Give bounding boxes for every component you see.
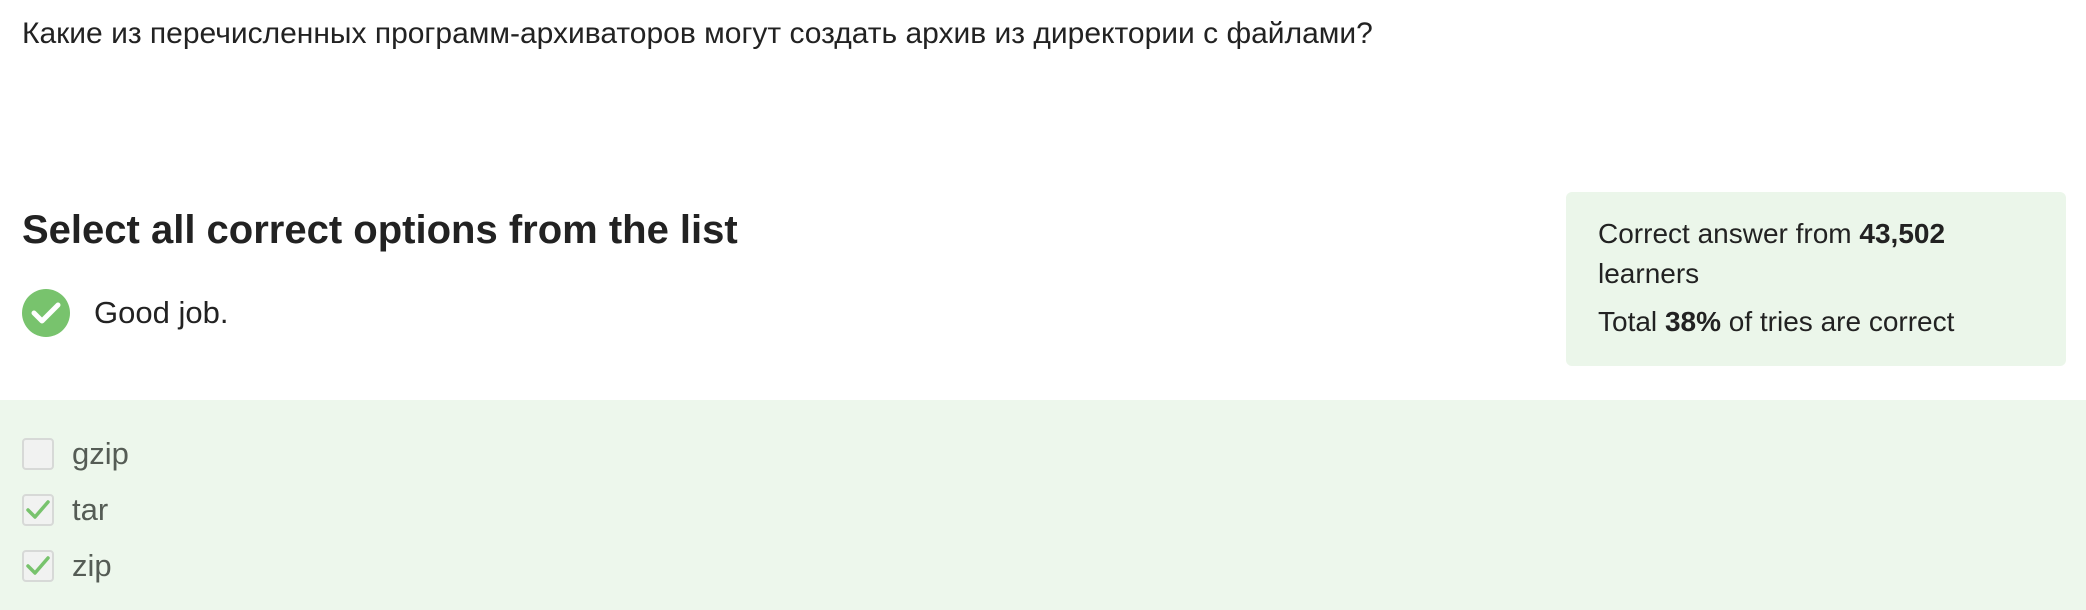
quiz-page: Какие из перечисленных программ-архивато… — [0, 0, 2086, 610]
feedback-text: Good job. — [94, 295, 229, 330]
learners-count: 43,502 — [1859, 218, 1946, 249]
learners-stat-prefix: Correct answer from — [1598, 218, 1860, 249]
option-zip[interactable]: zip — [22, 548, 112, 584]
percent-correct: 38% — [1664, 306, 1721, 337]
option-gzip[interactable]: gzip — [22, 436, 129, 472]
option-label: gzip — [72, 436, 129, 471]
tries-stat-suffix: of tries are correct — [1720, 306, 1955, 337]
tries-stat-prefix: Total — [1598, 306, 1665, 337]
checkmark-icon — [26, 500, 50, 519]
check-circle-icon — [22, 289, 70, 337]
learners-stat: Correct answer from 43,502 learners — [1598, 214, 2034, 294]
stats-panel: Correct answer from 43,502 learners Tota… — [1566, 192, 2066, 366]
option-checkbox[interactable] — [22, 438, 54, 470]
feedback-message: Good job. — [22, 289, 228, 337]
question-text: Какие из перечисленных программ-архивато… — [22, 17, 1373, 50]
option-label: tar — [72, 492, 109, 527]
learners-stat-suffix: learners — [1598, 258, 1700, 289]
options-list: gzip tar zip — [0, 400, 2086, 610]
option-tar[interactable]: tar — [22, 492, 108, 528]
option-checkbox[interactable] — [22, 494, 54, 526]
tries-stat: Total 38% of tries are correct — [1598, 302, 2034, 342]
option-checkbox[interactable] — [22, 550, 54, 582]
task-heading: Select all correct options from the list — [22, 208, 738, 252]
option-label: zip — [72, 548, 112, 583]
checkmark-icon — [26, 556, 50, 575]
